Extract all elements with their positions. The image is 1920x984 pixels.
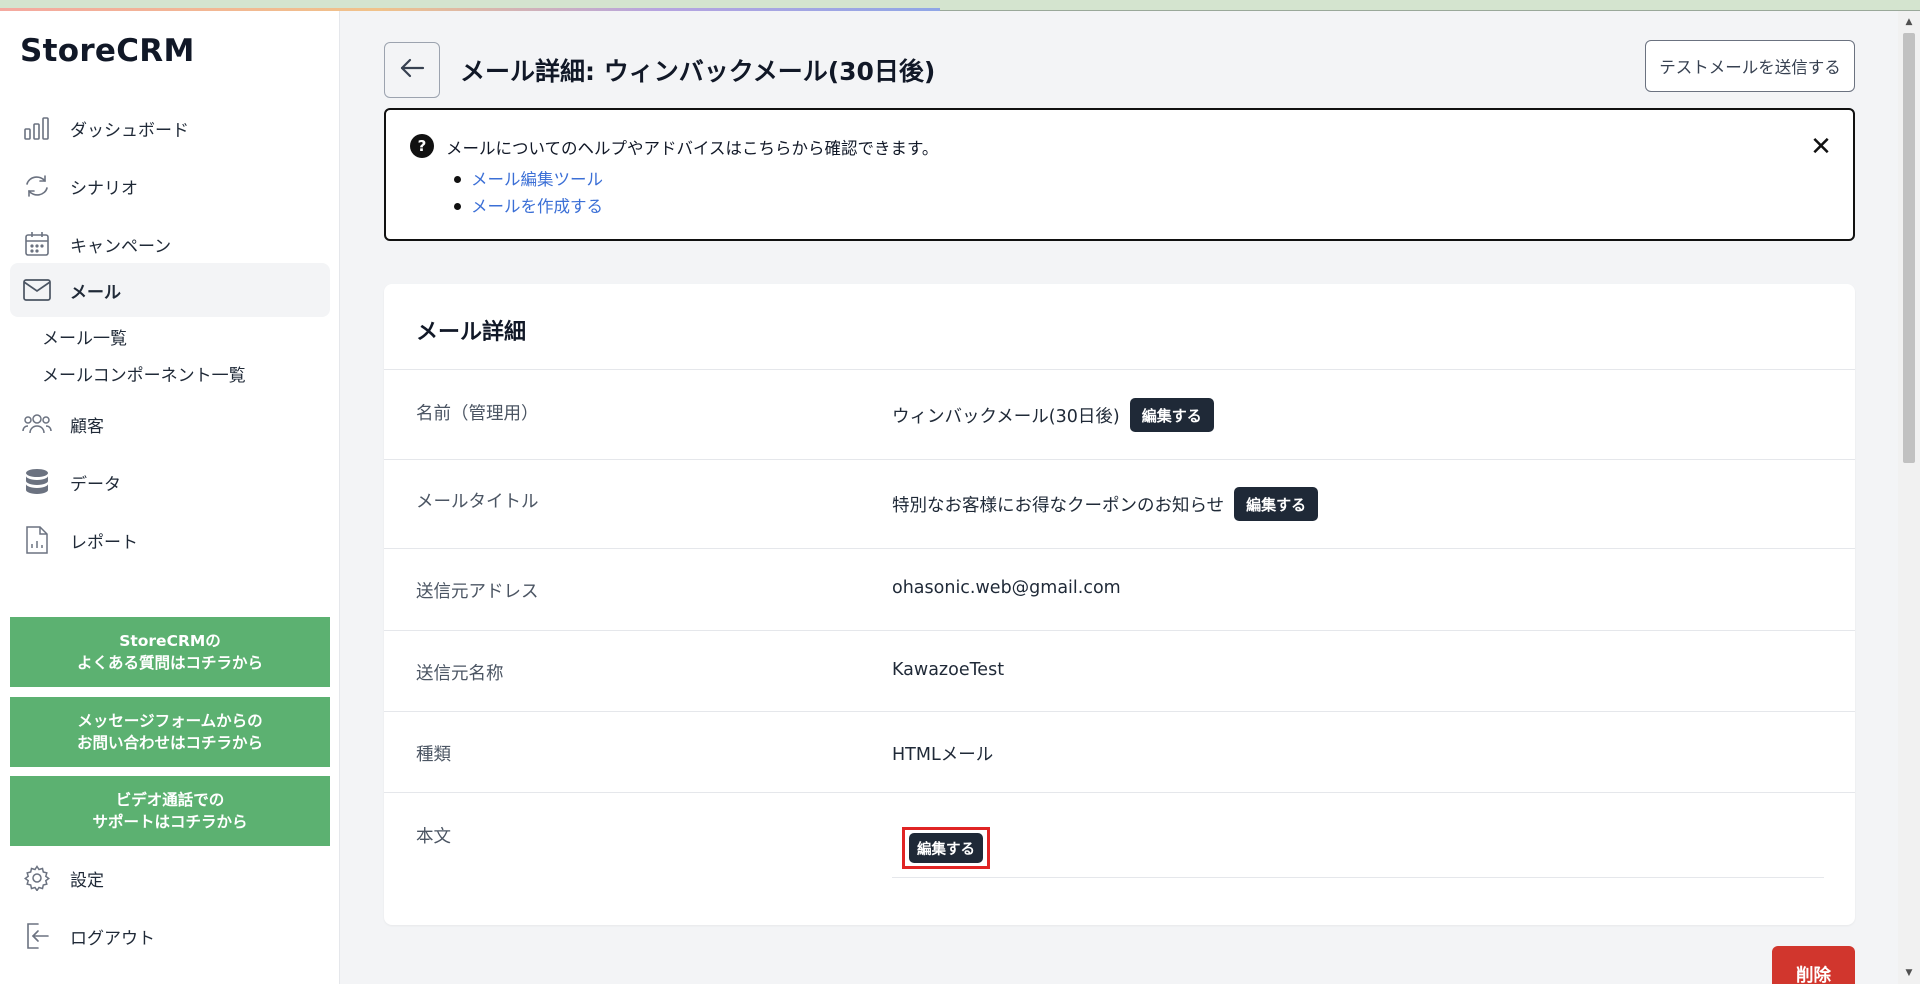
row-value: HTMLメール <box>892 741 993 766</box>
support-button-line: ビデオ通話での <box>115 791 225 809</box>
sidebar-item-dashboard[interactable]: ダッシュボード <box>10 101 330 155</box>
help-links: メール編集ツール メールを作成する <box>454 166 603 220</box>
row-value-text: HTMLメール <box>892 745 994 765</box>
support-button-line: よくある質問はコチラから <box>76 654 263 672</box>
support-button-line: StoreCRMの <box>119 632 221 650</box>
edit-name-button[interactable]: 編集する <box>1129 398 1214 432</box>
sidebar-item-scenario[interactable]: シナリオ <box>10 159 330 213</box>
row-value-text: KawazoeTest <box>892 660 1005 680</box>
highlighted-edit-body-outline: 編集する <box>902 827 990 869</box>
users-icon <box>22 409 52 439</box>
sidebar-item-label: ダッシュボード <box>70 120 189 141</box>
video-call-support-button[interactable]: ビデオ通話での サポートはコチラから <box>10 776 330 846</box>
page-scrollbar[interactable]: ▲ ▼ <box>1898 11 1920 984</box>
card-title: メール詳細 <box>416 320 527 345</box>
logout-icon <box>22 921 52 951</box>
help-link-mail-editor[interactable]: メール編集ツール <box>454 166 603 193</box>
mail-icon <box>22 275 52 305</box>
scrollbar-thumb[interactable] <box>1903 33 1915 463</box>
delete-button[interactable]: 削除 <box>1772 946 1855 984</box>
row-value-text: ウィンバックメール(30日後) <box>892 406 1120 427</box>
sidebar-item-label: シナリオ <box>70 178 138 199</box>
row-value: ohasonic.web@gmail.com <box>892 578 1121 598</box>
loading-progress-bar <box>0 8 940 11</box>
sidebar-item-label: データ <box>70 474 121 495</box>
contact-form-support-button[interactable]: メッセージフォームからの お問い合わせはコチラから <box>10 697 330 767</box>
sidebar-item-logout[interactable]: ログアウト <box>10 909 330 963</box>
row-label: 種類 <box>416 745 451 765</box>
sidebar-item-label: 設定 <box>70 870 104 891</box>
edit-subject-button[interactable]: 編集する <box>1234 487 1319 521</box>
sidebar-subitem-mail-list[interactable]: メール一覧 <box>42 324 127 349</box>
divider <box>892 877 1824 878</box>
sidebar-item-mail[interactable]: メール <box>10 263 330 317</box>
app-logo[interactable]: StoreCRM <box>20 33 195 69</box>
detail-row-body: 本文 編集する <box>384 792 1855 925</box>
help-link-create-mail[interactable]: メールを作成する <box>454 193 603 220</box>
row-label: 本文 <box>416 827 451 847</box>
send-test-mail-button[interactable]: テストメールを送信する <box>1645 40 1855 92</box>
support-button-line: お問い合わせはコチラから <box>76 734 263 752</box>
row-value: ウィンバックメール(30日後) 編集する <box>892 398 1214 432</box>
close-icon[interactable]: ✕ <box>1806 132 1836 162</box>
sidebar-item-label: ログアウト <box>70 928 155 949</box>
row-value: 特別なお客様にお得なクーポンのお知らせ 編集する <box>892 487 1319 521</box>
scroll-down-arrow-icon[interactable]: ▼ <box>1898 964 1920 982</box>
bar-chart-icon <box>22 113 52 143</box>
sidebar: StoreCRM ダッシュボード シナリオ キャンペーン メール メール一覧 メ… <box>0 11 340 984</box>
help-callout: ? メールについてのヘルプやアドバイスはこちらから確認できます。 メール編集ツー… <box>384 108 1855 241</box>
detail-row-name: 名前（管理用） ウィンバックメール(30日後) 編集する <box>384 369 1855 459</box>
back-button[interactable] <box>384 42 440 98</box>
question-circle-icon: ? <box>410 134 434 158</box>
sidebar-item-label: レポート <box>70 532 138 553</box>
refresh-icon <box>22 171 52 201</box>
help-text: メールについてのヘルプやアドバイスはこちらから確認できます。 <box>446 139 939 158</box>
detail-row-subject: メールタイトル 特別なお客様にお得なクーポンのお知らせ 編集する <box>384 459 1855 548</box>
edit-body-button[interactable]: 編集する <box>909 833 983 863</box>
row-value-text: 特別なお客様にお得なクーポンのお知らせ <box>892 495 1225 516</box>
calendar-icon <box>22 229 52 259</box>
detail-row-from-name: 送信元名称 KawazoeTest <box>384 630 1855 711</box>
page-title: メール詳細: ウィンバックメール(30日後) <box>460 57 936 86</box>
sidebar-item-label: キャンペーン <box>70 236 172 257</box>
sidebar-item-data[interactable]: データ <box>10 455 330 509</box>
sidebar-item-report[interactable]: レポート <box>10 513 330 567</box>
mail-details-card: メール詳細 名前（管理用） ウィンバックメール(30日後) 編集する メールタイ… <box>384 284 1855 925</box>
row-value: KawazoeTest <box>892 660 1004 680</box>
sidebar-item-settings[interactable]: 設定 <box>10 851 330 905</box>
sidebar-item-customers[interactable]: 顧客 <box>10 397 330 451</box>
faq-support-button[interactable]: StoreCRMの よくある質問はコチラから <box>10 617 330 687</box>
database-icon <box>22 467 52 497</box>
arrow-left-icon <box>399 57 425 83</box>
row-label: 送信元アドレス <box>416 582 539 602</box>
browser-top-strip <box>0 0 1920 11</box>
detail-row-from-address: 送信元アドレス ohasonic.web@gmail.com <box>384 548 1855 630</box>
scroll-up-arrow-icon[interactable]: ▲ <box>1898 13 1920 31</box>
support-button-line: サポートはコチラから <box>92 813 248 831</box>
detail-row-type: 種類 HTMLメール <box>384 711 1855 792</box>
sidebar-subitem-mail-components[interactable]: メールコンポーネント一覧 <box>42 361 246 386</box>
sidebar-item-label: 顧客 <box>70 416 104 437</box>
row-label: 名前（管理用） <box>416 404 539 424</box>
row-label: 送信元名称 <box>416 664 504 684</box>
support-button-line: メッセージフォームからの <box>77 712 263 730</box>
gear-icon <box>22 863 52 893</box>
row-value-text: ohasonic.web@gmail.com <box>892 578 1121 598</box>
report-icon <box>22 525 52 555</box>
row-label: メールタイトル <box>416 492 539 512</box>
sidebar-item-label: メール <box>70 282 121 303</box>
